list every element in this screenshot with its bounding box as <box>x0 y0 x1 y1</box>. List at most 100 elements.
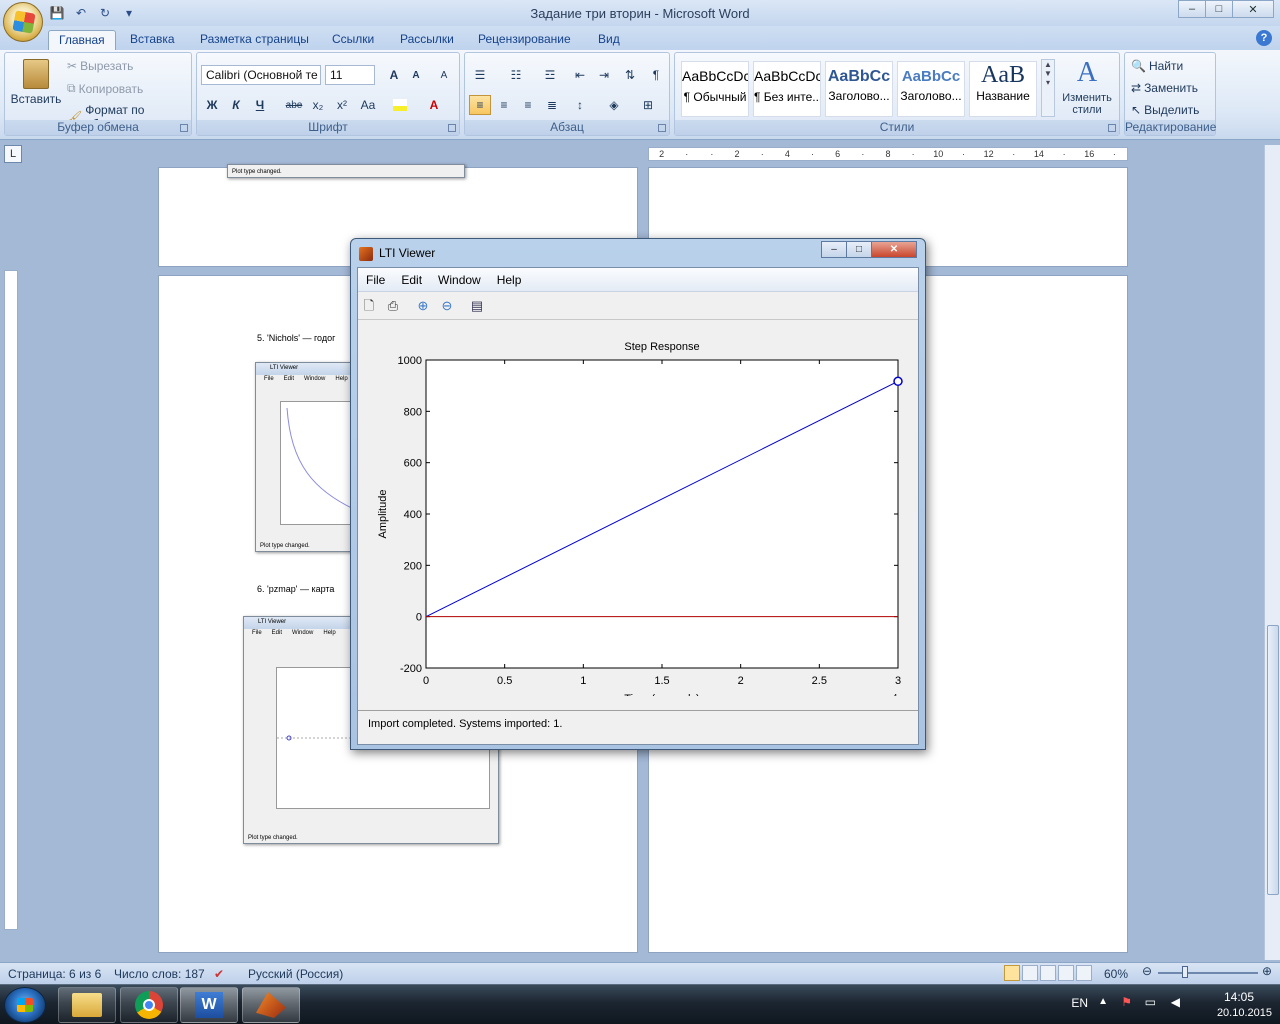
italic-button[interactable]: К <box>225 95 247 115</box>
sort-icon[interactable]: ⇅ <box>619 65 641 85</box>
zoom-slider[interactable]: ⊖ ⊕ <box>1142 964 1276 980</box>
customize-qat-icon[interactable]: ▾ <box>120 4 138 22</box>
grow-font-button[interactable]: A <box>383 65 405 85</box>
tab-view[interactable]: Вид <box>588 30 630 50</box>
change-case-button[interactable]: Aa <box>355 95 381 115</box>
strikethrough-button[interactable]: abe <box>283 95 305 115</box>
shrink-font-button[interactable]: A <box>405 65 427 85</box>
menu-file[interactable]: File <box>366 273 385 287</box>
font-color-icon[interactable]: A <box>423 95 445 115</box>
step-response-chart[interactable]: Step Response Time (seconds) Amplitude x 10… <box>358 322 918 709</box>
bold-button[interactable]: Ж <box>201 95 223 115</box>
menu-help[interactable]: Help <box>497 273 522 287</box>
chrome-taskbar-icon[interactable] <box>120 987 178 1023</box>
lti-close-button[interactable]: ✕ <box>871 241 917 258</box>
matlab-taskbar-icon[interactable] <box>242 987 300 1023</box>
time-display[interactable]: 14:05 <box>1224 990 1254 1004</box>
multilevel-list-icon[interactable]: ☲ <box>539 65 561 85</box>
lti-maximize-button[interactable]: □ <box>846 241 872 258</box>
dialog-launcher-icon[interactable] <box>180 124 188 132</box>
superscript-button[interactable]: x² <box>331 95 353 115</box>
style-title[interactable]: AaB Название <box>969 61 1037 117</box>
numbering-icon[interactable]: ☷ <box>505 65 527 85</box>
scrollbar-thumb[interactable] <box>1267 625 1279 895</box>
maximize-button[interactable]: □ <box>1205 0 1233 18</box>
close-button[interactable]: ✕ <box>1232 0 1274 18</box>
font-size-combo[interactable]: 11 <box>325 65 375 85</box>
style-heading-2[interactable]: AaBbCc Заголово... <box>897 61 965 117</box>
show-hidden-icons-icon[interactable]: ▲ <box>1098 996 1108 1007</box>
redo-icon[interactable]: ↻ <box>96 4 114 22</box>
replace-button[interactable]: ⇄ Заменить <box>1131 81 1198 95</box>
word-taskbar-icon[interactable]: W <box>180 987 238 1023</box>
change-styles-button[interactable]: A Изменить стили <box>1059 57 1115 116</box>
web-layout-view-icon[interactable] <box>1040 965 1056 981</box>
dialog-launcher-icon[interactable] <box>1108 124 1116 132</box>
start-button[interactable] <box>4 987 46 1023</box>
legend-icon[interactable]: ▤ <box>468 297 486 315</box>
language-tray[interactable]: EN <box>1071 996 1088 1010</box>
print-icon[interactable]: ⎙ <box>384 297 402 315</box>
subscript-button[interactable]: x₂ <box>307 95 329 115</box>
align-left-icon[interactable]: ≡ <box>469 95 491 115</box>
zoom-in-icon[interactable]: ⊕ <box>414 297 432 315</box>
word-count[interactable]: Число слов: 187 <box>114 967 205 981</box>
dialog-launcher-icon[interactable] <box>658 124 666 132</box>
network-icon[interactable]: ▭ <box>1145 995 1156 1009</box>
lti-viewer-window[interactable]: LTI Viewer – □ ✕ File Edit Window Help 🗋… <box>350 238 926 750</box>
draft-view-icon[interactable] <box>1076 965 1092 981</box>
undo-icon[interactable]: ↶ <box>72 4 90 22</box>
menu-edit[interactable]: Edit <box>401 273 422 287</box>
clear-format-button[interactable]: A <box>433 65 455 85</box>
tab-page-layout[interactable]: Разметка страницы <box>190 30 319 50</box>
zoom-slider-thumb[interactable] <box>1182 966 1188 978</box>
justify-icon[interactable]: ≣ <box>541 95 563 115</box>
align-center-icon[interactable]: ≡ <box>493 95 515 115</box>
copy-button[interactable]: ⧉ Копировать <box>67 81 143 96</box>
outline-view-icon[interactable] <box>1058 965 1074 981</box>
zoom-level[interactable]: 60% <box>1104 967 1128 981</box>
highlight-icon[interactable] <box>389 95 411 115</box>
tab-references[interactable]: Ссылки <box>322 30 384 50</box>
print-layout-view-icon[interactable] <box>1004 965 1020 981</box>
style-normal[interactable]: AaBbCcDc ¶ Обычный <box>681 61 749 117</box>
proofing-icon[interactable]: ✔ <box>214 967 224 981</box>
help-icon[interactable]: ? <box>1256 30 1272 46</box>
font-name-combo[interactable]: Calibri (Основной те <box>201 65 321 85</box>
find-button[interactable]: 🔍 Найти <box>1131 59 1183 73</box>
bullets-icon[interactable]: ☰ <box>469 65 491 85</box>
vertical-scrollbar[interactable] <box>1264 145 1280 960</box>
save-icon[interactable]: 💾 <box>48 4 66 22</box>
show-marks-icon[interactable]: ¶ <box>645 65 667 85</box>
horizontal-ruler[interactable]: 2 · · 2 · 4 · 6 · 8 · 10 · 12 · 14 · 16 · <box>648 147 1128 161</box>
explorer-taskbar-icon[interactable] <box>58 987 116 1023</box>
tab-mailings[interactable]: Рассылки <box>390 30 464 50</box>
language-indicator[interactable]: Русский (Россия) <box>248 967 343 981</box>
zoom-out-icon[interactable]: ⊖ <box>1142 964 1152 978</box>
zoom-out-icon[interactable]: ⊖ <box>438 297 456 315</box>
tab-insert[interactable]: Вставка <box>120 30 185 50</box>
volume-icon[interactable]: ◀ <box>1171 995 1180 1009</box>
dialog-launcher-icon[interactable] <box>448 124 456 132</box>
borders-icon[interactable]: ⊞ <box>637 95 659 115</box>
tab-selector[interactable]: L <box>4 145 22 163</box>
vertical-ruler[interactable] <box>4 270 18 930</box>
paste-button[interactable]: Вставить <box>11 59 61 106</box>
action-center-icon[interactable]: ⚑ <box>1121 995 1132 1009</box>
office-button[interactable] <box>3 2 43 42</box>
style-heading-1[interactable]: AaBbCc Заголово... <box>825 61 893 117</box>
underline-button[interactable]: Ч <box>249 95 271 115</box>
styles-scroll[interactable]: ▲ ▼ ▾ <box>1041 59 1055 117</box>
minimize-button[interactable]: – <box>1178 0 1206 18</box>
decrease-indent-icon[interactable]: ⇤ <box>569 65 591 85</box>
cut-button[interactable]: ✂ Вырезать <box>67 59 133 73</box>
align-right-icon[interactable]: ≡ <box>517 95 539 115</box>
zoom-in-icon[interactable]: ⊕ <box>1262 964 1272 978</box>
date-display[interactable]: 20.10.2015 <box>1217 1007 1272 1019</box>
increase-indent-icon[interactable]: ⇥ <box>593 65 615 85</box>
lti-minimize-button[interactable]: – <box>821 241 847 258</box>
menu-window[interactable]: Window <box>438 273 481 287</box>
style-no-spacing[interactable]: AaBbCcDc ¶ Без инте... <box>753 61 821 117</box>
line-spacing-icon[interactable]: ↕ <box>569 95 591 115</box>
shading-icon[interactable]: ◈ <box>603 95 625 115</box>
